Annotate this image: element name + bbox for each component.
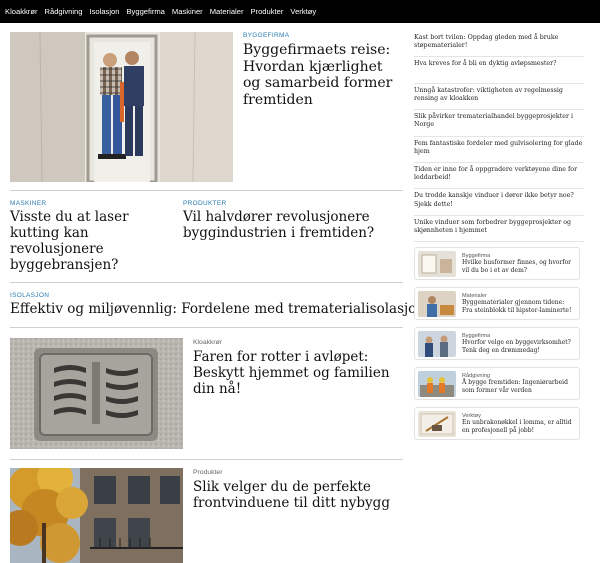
mid-left-title[interactable]: Visste du at laser kutting kan revolusjo… (10, 209, 170, 274)
nav-item-radgivning[interactable]: Rådgivning (45, 7, 83, 16)
top-nav: Kloakkrør Rådgivning Isolasjon Byggefirm… (0, 0, 600, 23)
story1-title[interactable]: Faren for rotter i avløpet: Beskytt hjem… (193, 349, 403, 398)
sidebar-list-item[interactable]: Unike vinduer som forbedrer byggeprosjek… (414, 216, 584, 243)
mid-right-title[interactable]: Vil halvdører revolusjonere byggindustri… (183, 209, 398, 242)
sidebar-card[interactable]: Verktøy En unbrakonøkkel i lomma, er all… (414, 407, 580, 440)
story1-category[interactable]: Kloakkrør (193, 339, 222, 346)
hero-image-graphic (10, 32, 233, 182)
divider (10, 282, 403, 283)
sidebar-list-item[interactable]: Unngå katastrofer: viktigheten av regelm… (414, 84, 584, 111)
mid-left-category[interactable]: MASKINER (10, 200, 46, 207)
sidebar-list-item[interactable]: Du trodde kanskje vinduer i dører ikke b… (414, 189, 584, 216)
nav-item-materialer[interactable]: Materialer (210, 7, 244, 16)
frontwindows-image[interactable] (10, 468, 183, 563)
sidebar-card[interactable]: Byggefirma Hvorfor velge en byggevirksom… (414, 327, 580, 360)
nav-item-verktoy[interactable]: Verktøy (290, 7, 316, 16)
nav-item-kloakkror[interactable]: Kloakkrør (5, 7, 38, 16)
drain-grate-image[interactable] (10, 338, 183, 449)
isolasjon-title[interactable]: Effektiv og miljøvennlig: Fordelene med … (10, 301, 425, 318)
card-thumbnail (418, 370, 456, 397)
card-thumbnail (418, 250, 456, 277)
hero-category[interactable]: BYGGEFIRMA (243, 32, 289, 39)
sidebar-list-item[interactable]: Fem fantastiske fordeler med gulvisoleri… (414, 137, 584, 163)
card-title[interactable]: Hvorfor velge en byggevirksomhet? Tenk d… (462, 339, 576, 354)
sidebar-article-list: Kast bort tvilen: Oppdag gleden med å br… (414, 31, 584, 243)
nav-item-byggefirma[interactable]: Byggefirma (126, 7, 164, 16)
card-thumbnail (418, 290, 456, 317)
card-thumbnail (418, 410, 456, 437)
sidebar-list-item[interactable]: Slik påvirker trematerialhandel byggepro… (414, 110, 584, 137)
hero-image[interactable] (10, 32, 233, 182)
divider (10, 327, 403, 328)
story2-category[interactable]: Produkter (193, 469, 222, 476)
isolasjon-category[interactable]: ISOLASJON (10, 292, 49, 299)
divider (10, 459, 403, 460)
frontwindows-graphic (10, 468, 183, 563)
drain-grate-graphic (10, 338, 183, 449)
story2-title[interactable]: Slik velger du de perfekte frontvinduene… (193, 479, 403, 512)
sidebar-card[interactable]: Rådgivning Å bygge fremtiden: Ingeniørar… (414, 367, 580, 400)
nav-item-maskiner[interactable]: Maskiner (172, 7, 203, 16)
sidebar-card[interactable]: Byggefirma Hvilke husformer finnes, og h… (414, 247, 580, 280)
nav-item-isolasjon[interactable]: Isolasjon (90, 7, 120, 16)
card-title[interactable]: Byggematerialer gjennom tidene: Fra stei… (462, 299, 576, 314)
mid-right-category[interactable]: PRODUKTER (183, 200, 227, 207)
card-title[interactable]: Å bygge fremtiden: Ingeniørarbeid som fo… (462, 379, 576, 394)
sidebar-list-item[interactable]: Hva kreves for å bli en dyktig avløpsmes… (414, 57, 584, 84)
divider (10, 190, 403, 191)
sidebar-card[interactable]: Materialer Byggematerialer gjennom tiden… (414, 287, 580, 320)
card-thumbnail (418, 330, 456, 357)
hero-title[interactable]: Byggefirmaets reise: Hvordan kjærlighet … (243, 42, 403, 108)
nav-item-produkter[interactable]: Produkter (250, 7, 283, 16)
card-title[interactable]: Hvilke husformer finnes, og hvorfor vil … (462, 259, 576, 274)
sidebar-list-item[interactable]: Kast bort tvilen: Oppdag gleden med å br… (414, 31, 584, 58)
card-title[interactable]: En unbrakonøkkel i lomma, er alltid en p… (462, 419, 576, 434)
sidebar-list-item[interactable]: Tiden er inne for å oppgradere verktøyen… (414, 163, 584, 190)
